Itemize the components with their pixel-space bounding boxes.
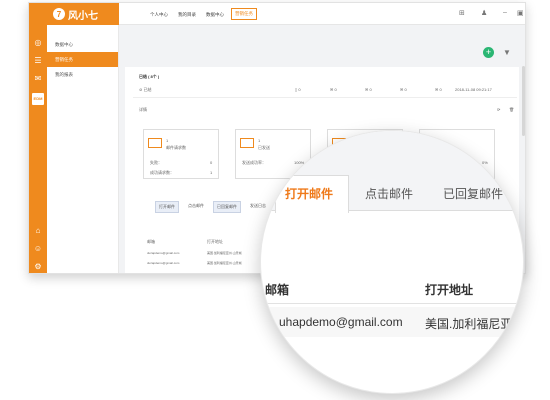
task-count-2: ✉ 0 — [330, 87, 337, 92]
settings-icon[interactable]: ⚙ — [32, 261, 44, 273]
task-datetime: 2018-11-08 09:21:17 — [455, 87, 492, 92]
user-avatar-icon[interactable]: ♟ — [481, 9, 487, 17]
table-row-location: 美国.加利福尼亚州.山景城 — [207, 251, 242, 255]
table-row-email: duzapdemo@gmail.com — [147, 261, 180, 265]
tab-data-center[interactable]: 数据中心 — [203, 10, 227, 20]
icon-rail: ◎ ☰ ✉ EDM ⌂ ☺ ⚙ — [29, 3, 47, 273]
brand-mark-icon: 7 — [53, 8, 65, 20]
screenshot-stage: ◎ ☰ ✉ EDM ⌂ ☺ ⚙ 7 风小七 数据中心 营销任务 我的报表 个人中… — [0, 0, 550, 400]
section-details: 详情 — [139, 107, 147, 112]
brand-name: 风小七 — [68, 10, 98, 22]
refresh-icon[interactable]: ⟳ — [497, 107, 500, 112]
zoom-header-divider — [261, 303, 523, 304]
mail-icon[interactable]: ✉ — [32, 73, 44, 85]
home-icon[interactable]: ⌂ — [32, 225, 44, 237]
stat-card-requests: 1 邮件请求数 失败： 0 成功请求数： 1 — [143, 129, 219, 179]
sidebar-item-marketing-task[interactable]: 营销任务 — [47, 52, 118, 67]
divider — [133, 97, 517, 98]
table-row-location: 美国.加利福尼亚州.山景城 — [207, 261, 242, 265]
edm-icon[interactable]: EDM — [32, 93, 44, 105]
task-count-1: ▯ 0 — [295, 87, 301, 92]
scrollbar[interactable] — [522, 66, 525, 136]
sidebar-nav: 数据中心 营销任务 我的报表 — [47, 25, 119, 273]
zoom-col-header-email: 邮箱 — [265, 283, 290, 297]
document-icon — [148, 138, 162, 148]
subtab-clicked-mail[interactable]: 点击邮件 — [185, 201, 207, 211]
subtab-opened-mail[interactable]: 打开邮件 — [155, 201, 179, 213]
zoom-cell-location: 美国.加利福尼亚州 — [425, 317, 524, 331]
dashboard-icon[interactable]: ◎ — [32, 37, 44, 49]
tab-marketing-task[interactable]: 营销任务 — [231, 8, 257, 20]
zoom-tab-clicked-mail[interactable]: 点击邮件 — [365, 185, 413, 202]
task-count-4: ✉ 0 — [400, 87, 407, 92]
grid-icon[interactable]: ⊞ — [459, 9, 465, 17]
sidebar-item-data-center[interactable]: 数据中心 — [47, 37, 118, 52]
table-row-email: duzapdemo@gmail.com — [147, 251, 180, 255]
minimize-icon[interactable]: – — [503, 9, 507, 16]
add-button[interactable]: + — [483, 47, 494, 58]
envelope-icon — [240, 138, 254, 148]
top-bar: 个人中心 我的目录 数据中心 营销任务 ⊞ ♟ – ▣ — [119, 3, 525, 25]
subtab-replied-mail[interactable]: 已回复邮件 — [213, 201, 241, 213]
zoom-tab-replied-mail[interactable]: 已回复邮件 — [443, 185, 503, 202]
task-status: ⊘ 已结 — [139, 87, 152, 92]
task-count-5: ✉ 0 — [435, 87, 442, 92]
task-title: 已结 ( 8个 ) — [139, 74, 160, 79]
col-header-email: 邮箱 — [147, 239, 155, 244]
list-icon[interactable]: ☰ — [32, 55, 44, 67]
filter-icon[interactable]: ▼ — [503, 48, 511, 57]
sidebar-item-my-reports[interactable]: 我的报表 — [47, 67, 118, 82]
zoom-tab-opened-mail[interactable]: 打开邮件 — [285, 185, 333, 202]
zoom-col-header-open-location: 打开地址 — [425, 283, 474, 297]
brand-logo: 7 风小七 — [47, 3, 119, 25]
col-header-open-location: 打开地址 — [207, 239, 223, 244]
task-count-3: ✉ 0 — [365, 87, 372, 92]
delete-icon[interactable]: 🗑 — [509, 107, 514, 112]
restore-icon[interactable]: ▣ — [517, 9, 524, 17]
user-icon[interactable]: ☺ — [32, 243, 44, 255]
tab-personal-center[interactable]: 个人中心 — [147, 10, 171, 20]
tab-my-directory[interactable]: 我的目录 — [175, 10, 199, 20]
zoom-cell-email: uhapdemo@gmail.com — [279, 315, 403, 329]
magnifier-zoom: 打开邮件 点击邮件 已回复邮件 邮箱 打开地址 uhapdemo@gmail.c… — [260, 130, 524, 394]
task-status-label: 已结 — [143, 87, 152, 92]
